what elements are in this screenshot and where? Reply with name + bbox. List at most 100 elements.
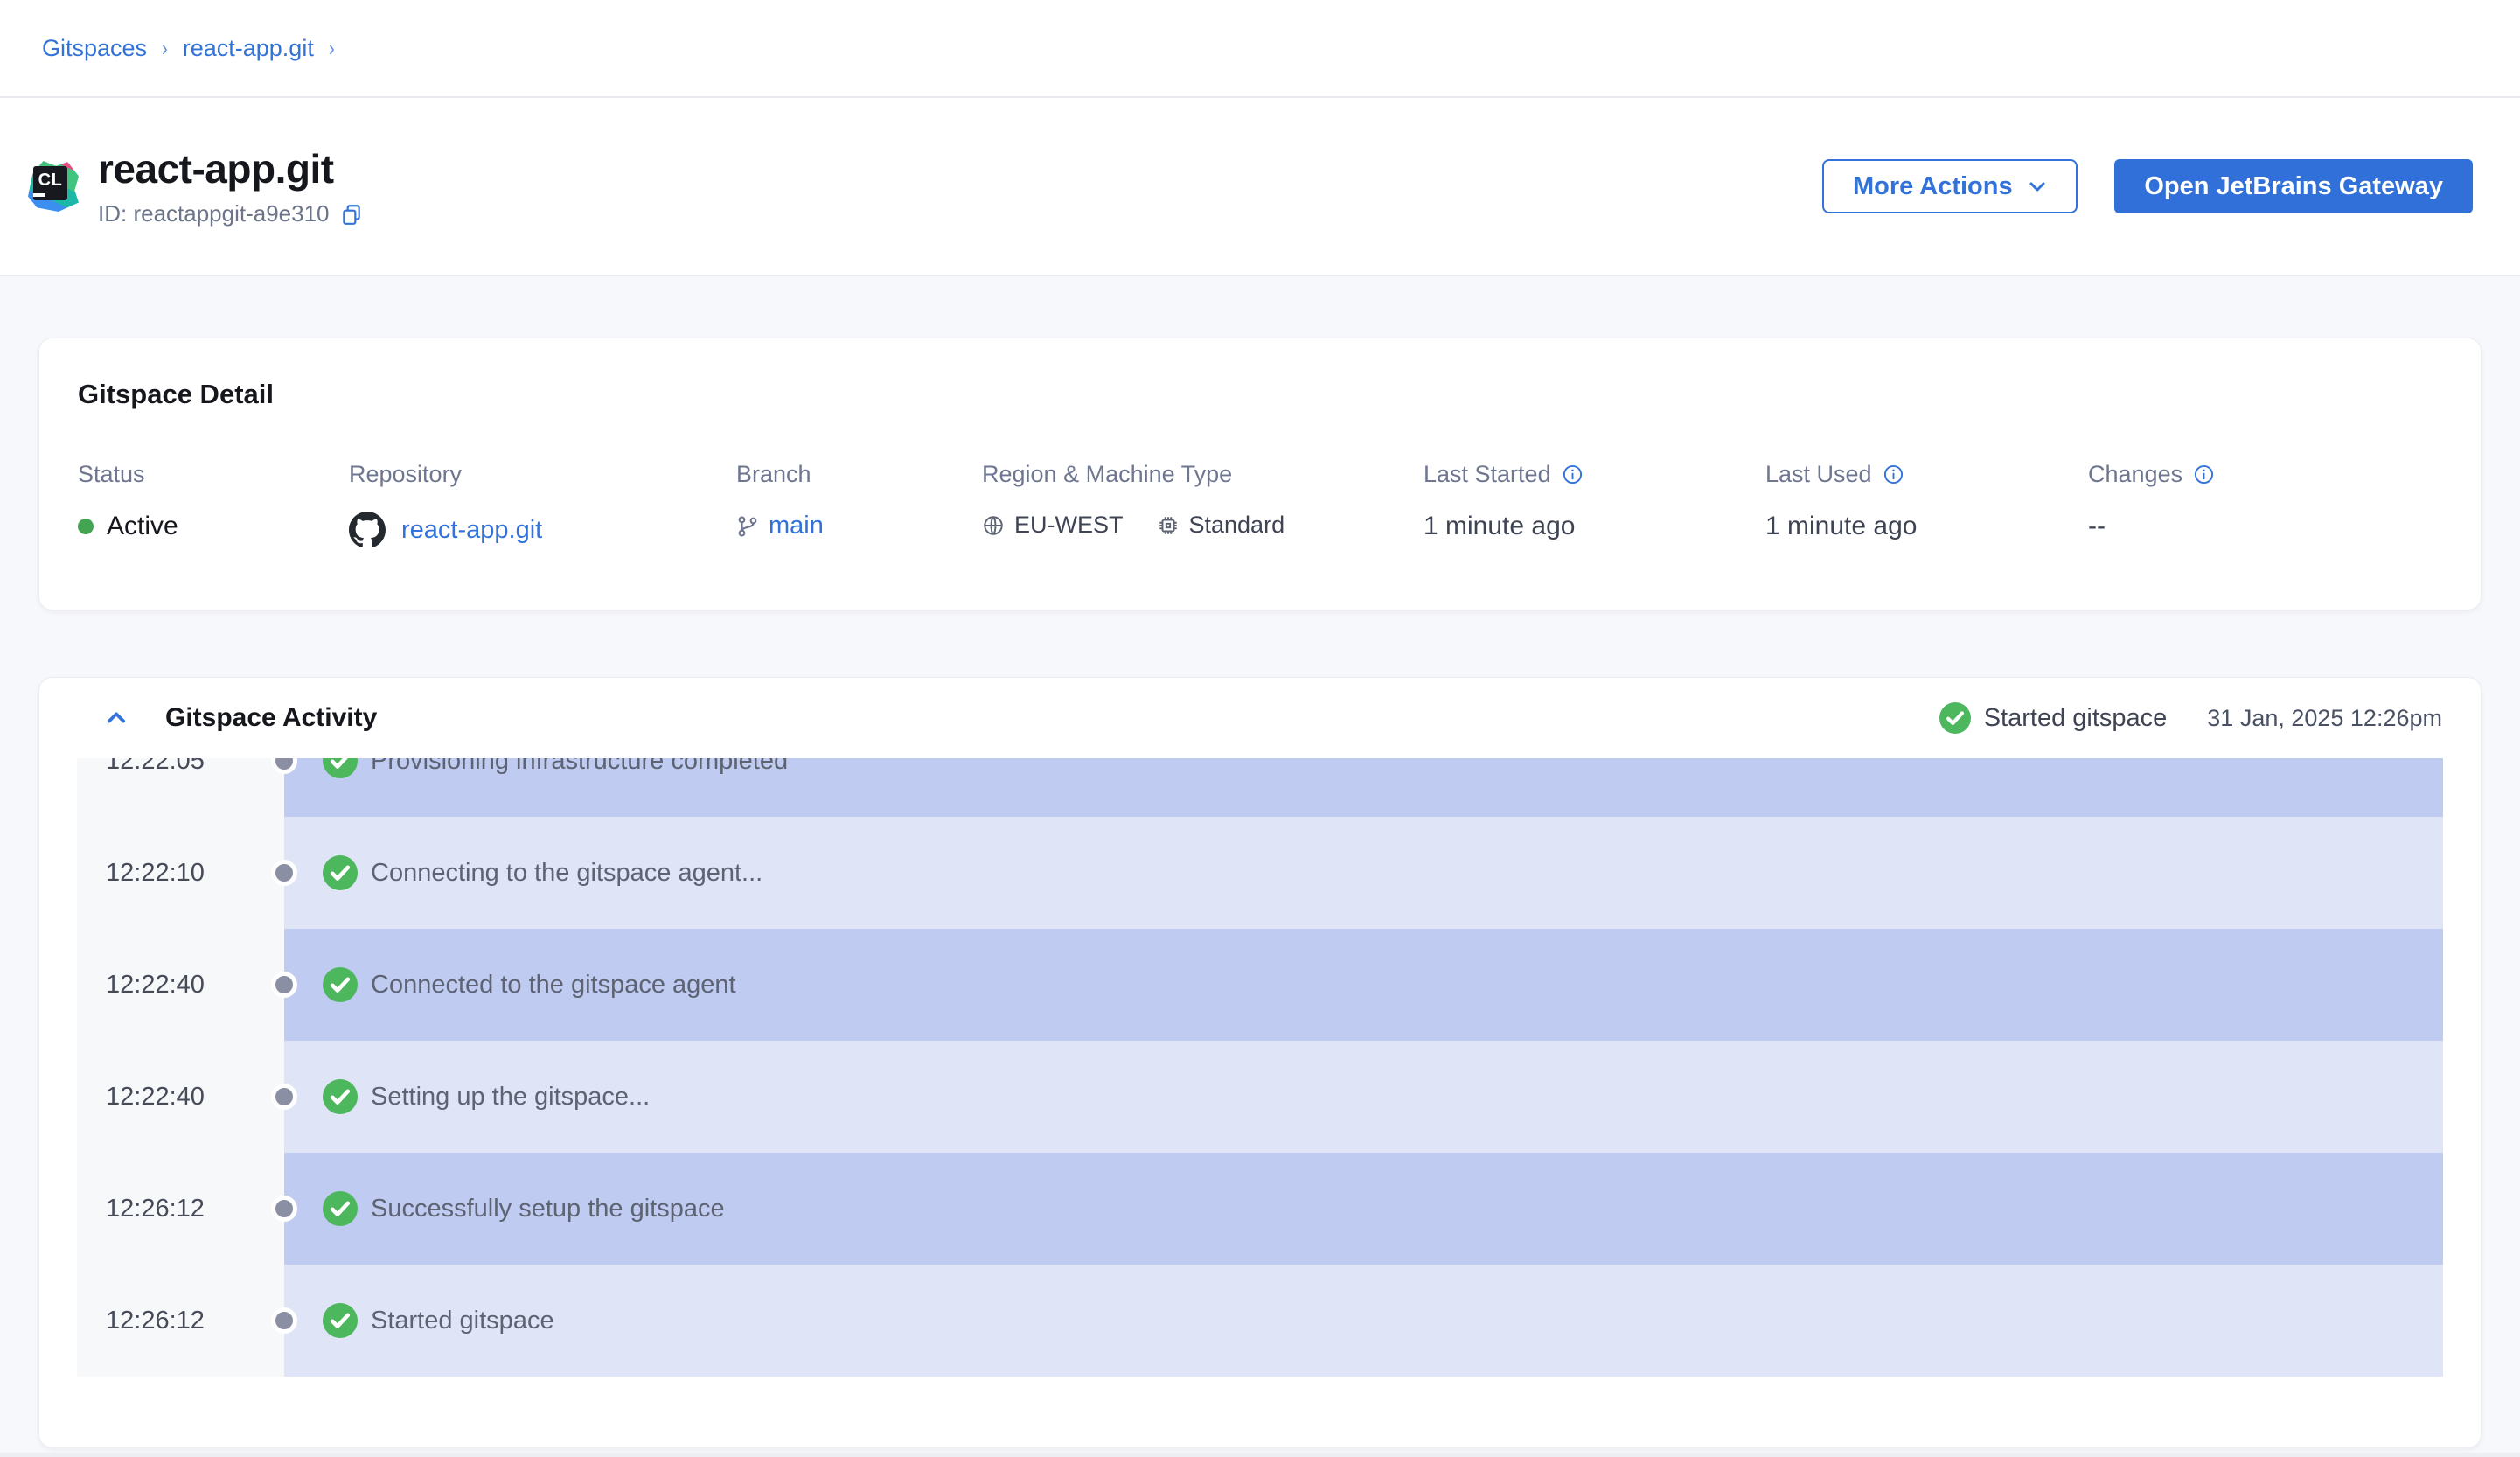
branch-label: Branch — [736, 461, 982, 488]
open-jetbrains-gateway-button[interactable]: Open JetBrains Gateway — [2114, 159, 2473, 213]
page-header: CL react-app.git ID: reactappgit-a9e310 … — [0, 98, 2520, 276]
status-value: Active — [107, 512, 178, 541]
log-message: Provisioning infrastructure completed — [371, 758, 788, 776]
github-icon — [349, 512, 386, 548]
log-message-cell: Provisioning infrastructure completed — [284, 758, 2443, 817]
repository-link[interactable]: react-app.git — [401, 516, 542, 545]
title-block: react-app.git ID: reactappgit-a9e310 — [98, 145, 363, 227]
breadcrumb-bar: Gitspaces › react-app.git › — [0, 0, 2520, 98]
last-started-value: 1 minute ago — [1424, 512, 1575, 541]
status-active-dot-icon — [78, 519, 94, 534]
field-changes: Changes -- — [2088, 461, 2442, 548]
collapse-chevron-up-icon[interactable] — [104, 706, 129, 730]
changes-label: Changes — [2088, 461, 2182, 488]
clion-icon-label: CL — [38, 171, 63, 189]
gitspace-detail-card: Gitspace Detail Status Active Repository — [38, 338, 2482, 610]
gitspace-id-row: ID: reactappgit-a9e310 — [98, 200, 363, 227]
activity-log-row: 12:22:10 Connecting to the gitspace agen… — [77, 817, 2443, 929]
activity-log-row: 12:22:40 Setting up the gitspace... — [77, 1041, 2443, 1153]
breadcrumb-separator-icon: › — [162, 35, 168, 62]
branch-link[interactable]: main — [769, 512, 824, 540]
machine-value: Standard — [1189, 512, 1285, 539]
activity-header: Gitspace Activity Started gitspace 31 Ja… — [39, 678, 2481, 758]
breadcrumb-separator-icon: › — [329, 35, 335, 62]
timeline-dot-icon — [271, 1196, 297, 1222]
log-message: Started gitspace — [371, 1307, 554, 1335]
log-timestamp: 12:22:10 — [77, 817, 284, 929]
success-check-icon — [323, 855, 358, 890]
breadcrumb-link-gitspaces[interactable]: Gitspaces — [42, 35, 147, 62]
last-used-value: 1 minute ago — [1765, 512, 1917, 541]
clion-ide-icon: CL — [28, 161, 79, 212]
machine-chip-icon — [1157, 514, 1180, 537]
activity-log[interactable]: 12:22:05 Provisioning infrastructure com… — [77, 758, 2443, 1377]
log-timestamp: 12:22:05 — [77, 758, 284, 817]
page-title: react-app.git — [98, 145, 363, 192]
changes-value: -- — [2088, 512, 2106, 541]
more-actions-label: More Actions — [1853, 172, 2013, 201]
info-icon[interactable] — [1883, 464, 1904, 485]
success-check-icon — [323, 1303, 358, 1338]
header-actions: More Actions Open JetBrains Gateway — [1822, 159, 2473, 213]
log-timestamp: 12:22:40 — [77, 929, 284, 1041]
log-message-cell: Setting up the gitspace... — [284, 1041, 2443, 1153]
breadcrumb: Gitspaces › react-app.git › — [42, 35, 336, 62]
activity-timestamp: 31 Jan, 2025 12:26pm — [2207, 705, 2442, 732]
log-timestamp: 12:26:12 — [77, 1265, 284, 1377]
log-message: Setting up the gitspace... — [371, 1083, 650, 1112]
field-branch: Branch main — [736, 461, 982, 548]
region-value: EU-WEST — [1014, 512, 1124, 539]
machine-group: Standard — [1157, 512, 1285, 539]
timeline-dot-icon — [271, 860, 297, 886]
field-repository: Repository react-app.git — [349, 461, 736, 548]
page-bottom-divider — [0, 1453, 2520, 1457]
page-content: Gitspace Detail Status Active Repository — [0, 276, 2520, 1455]
field-last-started: Last Started 1 minute ago — [1424, 461, 1765, 548]
status-label: Status — [78, 461, 349, 488]
clion-icon-underscore — [33, 193, 45, 197]
success-check-icon — [323, 1191, 358, 1226]
field-status: Status Active — [78, 461, 349, 548]
log-message: Connected to the gitspace agent — [371, 971, 736, 1000]
success-check-icon — [1939, 702, 1971, 734]
gitspace-id: ID: reactappgit-a9e310 — [98, 200, 330, 227]
info-icon[interactable] — [2194, 464, 2214, 485]
activity-title: Gitspace Activity — [165, 703, 377, 733]
info-icon[interactable] — [1563, 464, 1583, 485]
log-message-cell: Started gitspace — [284, 1265, 2443, 1377]
gitspace-detail-fields: Status Active Repository react-app.git — [78, 461, 2442, 548]
log-timestamp: 12:22:40 — [77, 1041, 284, 1153]
activity-status-text: Started gitspace — [1984, 704, 2168, 733]
log-timestamp: 12:26:12 — [77, 1153, 284, 1265]
clion-icon-plate: CL — [33, 166, 67, 200]
globe-icon — [982, 514, 1005, 537]
git-branch-icon — [736, 515, 759, 538]
log-message-cell: Connecting to the gitspace agent... — [284, 817, 2443, 929]
region-group: EU-WEST — [982, 512, 1124, 539]
gitspace-detail-title: Gitspace Detail — [78, 379, 2442, 410]
repository-label: Repository — [349, 461, 736, 488]
region-machine-label: Region & Machine Type — [982, 461, 1424, 488]
copy-icon[interactable] — [340, 203, 363, 226]
field-last-used: Last Used 1 minute ago — [1765, 461, 2088, 548]
timeline-dot-icon — [271, 1307, 297, 1334]
chevron-down-icon — [2027, 176, 2048, 197]
success-check-icon — [323, 758, 358, 778]
activity-log-row: 12:22:40 Connected to the gitspace agent — [77, 929, 2443, 1041]
log-message-cell: Successfully setup the gitspace — [284, 1153, 2443, 1265]
activity-log-row: 12:22:05 Provisioning infrastructure com… — [77, 758, 2443, 817]
field-region-machine: Region & Machine Type EU-WEST — [982, 461, 1424, 548]
breadcrumb-link-gitspace[interactable]: react-app.git — [183, 35, 314, 62]
success-check-icon — [323, 1079, 358, 1114]
last-started-label: Last Started — [1424, 461, 1551, 488]
timeline-dot-icon — [271, 1084, 297, 1110]
activity-header-status: Started gitspace 31 Jan, 2025 12:26pm — [1939, 702, 2442, 734]
timeline-dot-icon — [271, 972, 297, 998]
success-check-icon — [323, 967, 358, 1002]
log-message-cell: Connected to the gitspace agent — [284, 929, 2443, 1041]
gitspace-activity-card: Gitspace Activity Started gitspace 31 Ja… — [38, 677, 2482, 1448]
more-actions-button[interactable]: More Actions — [1822, 159, 2078, 213]
activity-log-row: 12:26:12 Started gitspace — [77, 1265, 2443, 1377]
log-message: Successfully setup the gitspace — [371, 1195, 725, 1223]
last-used-label: Last Used — [1765, 461, 1872, 488]
